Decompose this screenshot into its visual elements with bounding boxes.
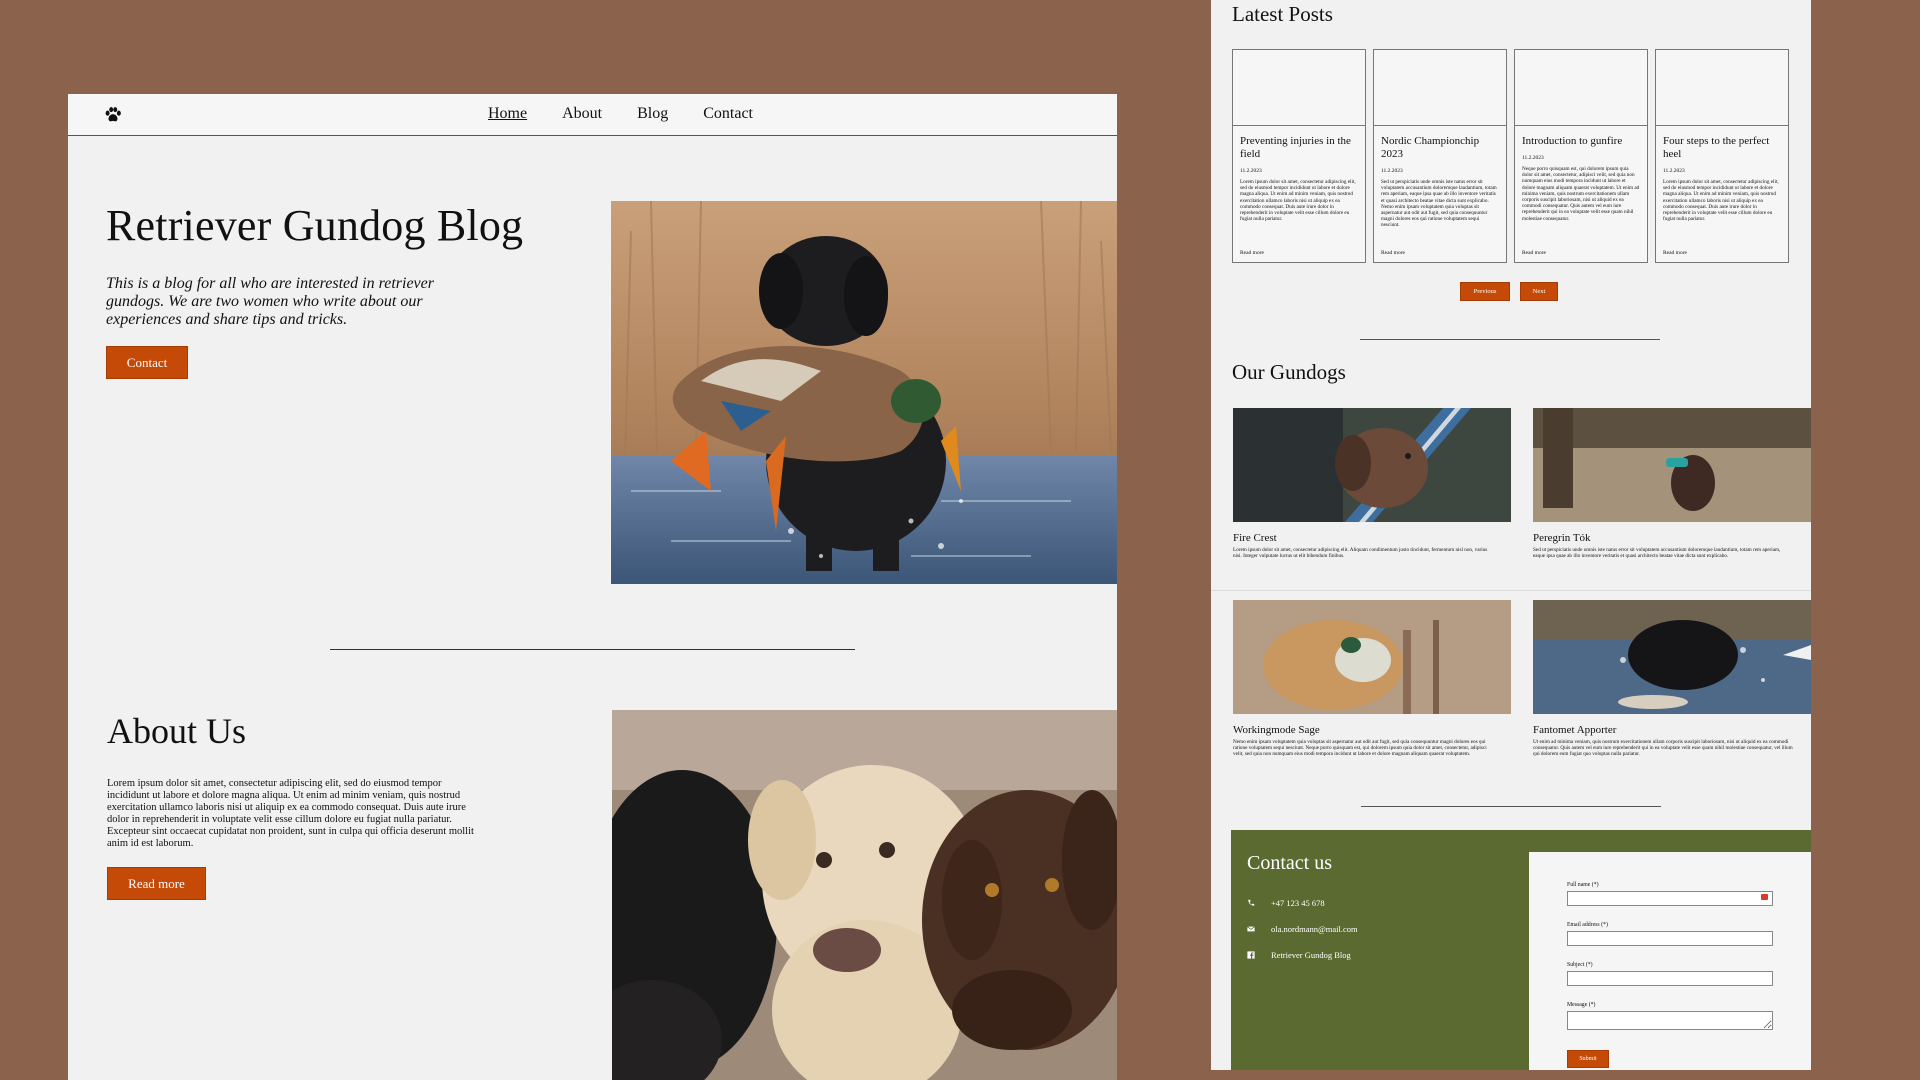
message-label: Message (*) — [1567, 1002, 1596, 1008]
post-image-placeholder — [1515, 50, 1647, 126]
gundog-name: Workingmode Sage — [1233, 724, 1320, 736]
gundog-photo — [1533, 408, 1811, 522]
about-text: Lorem ipsum dolor sit amet, consectetur … — [107, 778, 474, 849]
gundog-description: Lorem ipsum dolor sit amet, consectetur … — [1233, 547, 1488, 560]
subject-input[interactable] — [1567, 971, 1773, 986]
email-label: Email address (*) — [1567, 922, 1608, 928]
previous-button[interactable]: Previous — [1460, 282, 1510, 301]
subject-label: Subject (*) — [1567, 962, 1593, 968]
post-excerpt: Lorem ipsum dolor sit amet, consectetur … — [1663, 179, 1779, 223]
post-date: 11.2.2023 — [1663, 168, 1685, 174]
post-card[interactable]: Introduction to gunfire 11.2.2023 Neque … — [1514, 49, 1648, 263]
gundog-photo — [1533, 600, 1811, 714]
gundog-description: Nemo enim ipsam voluptatem quia voluptas… — [1233, 739, 1487, 758]
gundog-name: Fantomet Apporter — [1533, 724, 1617, 736]
submit-button[interactable]: Submit — [1567, 1050, 1609, 1068]
post-image-placeholder — [1233, 50, 1365, 126]
contact-section: Contact us +47 123 45 678 ola.nordmann@m… — [1231, 830, 1811, 1070]
contact-phone[interactable]: +47 123 45 678 — [1247, 898, 1325, 908]
section-divider — [1361, 806, 1661, 807]
gundog-card-peregrin-tok[interactable]: Peregrin Tók Sed ut perspiciatis unde om… — [1533, 408, 1811, 559]
contact-phone-text: +47 123 45 678 — [1271, 898, 1325, 908]
autofill-icon[interactable] — [1761, 894, 1768, 900]
message-textarea[interactable] — [1567, 1011, 1773, 1030]
post-read-more-link[interactable]: Read more — [1522, 250, 1546, 256]
gundog-name: Peregrin Tók — [1533, 532, 1591, 544]
post-read-more-link[interactable]: Read more — [1381, 250, 1405, 256]
section-divider — [1360, 339, 1660, 340]
our-gundogs-title: Our Gundogs — [1232, 360, 1346, 384]
main-navigation: Home About Blog Contact — [68, 94, 1117, 136]
post-card[interactable]: Preventing injuries in the field 11.2.20… — [1232, 49, 1366, 263]
gundog-card-workingmode-sage[interactable]: Workingmode Sage Nemo enim ipsam volupta… — [1233, 600, 1511, 758]
home-page-preview: Home About Blog Contact Retriever Gundog… — [68, 94, 1117, 1080]
row-separator — [1211, 590, 1811, 591]
blog-page-preview: Latest Posts Preventing injuries in the … — [1211, 0, 1811, 1070]
post-card[interactable]: Four steps to the perfect heel 11.2.2023… — [1655, 49, 1789, 263]
post-title: Four steps to the perfect heel — [1663, 135, 1770, 160]
gundog-photo — [1233, 408, 1511, 522]
hero-title: Retriever Gundog Blog — [106, 201, 524, 250]
nav-item-contact[interactable]: Contact — [703, 105, 753, 123]
post-date: 11.2.2023 — [1522, 155, 1544, 161]
contact-form: Full name (*) Email address (*) Subject … — [1529, 852, 1811, 1070]
contact-facebook-text: Retriever Gundog Blog — [1271, 950, 1351, 960]
post-card[interactable]: Nordic Championchip 2023 11.2.2023 Sed u… — [1373, 49, 1507, 263]
phone-icon — [1248, 899, 1255, 906]
post-image-placeholder — [1374, 50, 1506, 126]
contact-email-text: ola.nordmann@mail.com — [1271, 924, 1358, 934]
contact-facebook[interactable]: Retriever Gundog Blog — [1247, 950, 1351, 960]
contact-email[interactable]: ola.nordmann@mail.com — [1247, 924, 1358, 934]
hero-intro-text: This is a blog for all who are intereste… — [106, 275, 434, 328]
gundog-card-fire-crest[interactable]: Fire Crest Lorem ipsum dolor sit amet, c… — [1233, 408, 1511, 559]
nav-item-about[interactable]: About — [562, 105, 602, 123]
nav-item-blog[interactable]: Blog — [637, 105, 668, 123]
post-excerpt: Neque porro quisquam est, qui dolorem ip… — [1522, 166, 1640, 222]
about-title: About Us — [107, 711, 247, 751]
gundog-photo — [1233, 600, 1511, 714]
facebook-icon — [1247, 951, 1255, 959]
gundog-description: Sed ut perspiciatis unde omnis iste natu… — [1533, 547, 1781, 560]
post-title: Preventing injuries in the field — [1240, 135, 1351, 160]
contact-title: Contact us — [1247, 852, 1332, 874]
fullname-label: Full name (*) — [1567, 882, 1599, 888]
post-excerpt: Lorem ipsum dolor sit amet, consectetur … — [1240, 179, 1356, 223]
nav-item-home[interactable]: Home — [488, 105, 527, 123]
latest-posts-title: Latest Posts — [1232, 2, 1333, 26]
post-excerpt: Sed ut perspiciatis unde omnis iste natu… — [1381, 179, 1497, 229]
post-image-placeholder — [1656, 50, 1788, 126]
email-input[interactable] — [1567, 931, 1773, 946]
post-title: Nordic Championchip 2023 — [1381, 135, 1480, 160]
next-button[interactable]: Next — [1520, 282, 1558, 301]
post-title: Introduction to gunfire — [1522, 135, 1623, 147]
gundog-card-fantomet-apporter[interactable]: Fantomet Apporter Ut enim ad minima veni… — [1533, 600, 1811, 758]
about-read-more-button[interactable]: Read more — [107, 867, 206, 900]
paw-logo-icon[interactable] — [104, 106, 122, 124]
section-divider — [330, 649, 855, 650]
post-date: 11.2.2023 — [1240, 168, 1262, 174]
gundog-name: Fire Crest — [1233, 532, 1277, 544]
post-read-more-link[interactable]: Read more — [1663, 250, 1687, 256]
three-labradors-photo — [612, 710, 1117, 1080]
fullname-input[interactable] — [1567, 891, 1773, 906]
envelope-icon — [1247, 926, 1255, 932]
hero-dog-with-duck-photo — [611, 201, 1117, 584]
post-date: 11.2.2023 — [1381, 168, 1403, 174]
post-read-more-link[interactable]: Read more — [1240, 250, 1264, 256]
gundog-description: Ut enim ad minima veniam, quis nostrum e… — [1533, 739, 1793, 758]
hero-contact-button[interactable]: Contact — [106, 346, 188, 379]
